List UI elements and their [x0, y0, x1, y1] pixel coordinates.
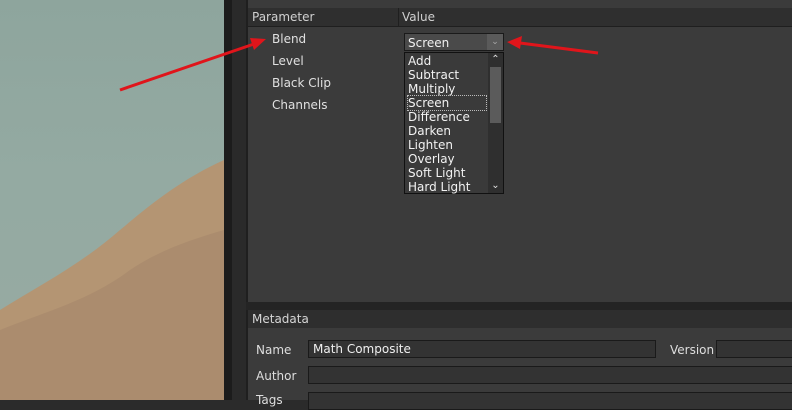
column-header-parameter[interactable]: Parameter: [252, 10, 314, 24]
blend-option-difference[interactable]: Difference: [408, 110, 470, 124]
blend-combo-value: Screen: [408, 36, 450, 50]
blend-option-overlay[interactable]: Overlay: [408, 152, 455, 166]
metadata-title: Metadata: [252, 312, 309, 326]
chevron-down-icon[interactable]: ⌄: [487, 34, 503, 50]
param-black-clip-label: Black Clip: [272, 76, 331, 90]
parameters-header: Parameter Value: [248, 8, 792, 27]
blend-combo[interactable]: Screen ⌄: [404, 33, 504, 51]
viewer-border: [224, 0, 232, 400]
viewer-image: [0, 160, 224, 400]
blend-option-subtract[interactable]: Subtract: [408, 68, 459, 82]
blend-dropdown-list[interactable]: Add Subtract Multiply Screen Difference …: [404, 52, 504, 194]
panel-gap: [232, 0, 246, 400]
blend-option-multiply[interactable]: Multiply: [408, 82, 455, 96]
author-field[interactable]: [308, 366, 792, 384]
metadata-panel: Metadata ⧉✕ Name Math Composite Version …: [246, 310, 792, 410]
tags-label: Tags: [256, 393, 283, 407]
param-blend-label: Blend: [272, 32, 307, 46]
chevron-up-icon[interactable]: ⌃: [488, 53, 503, 67]
column-separator[interactable]: [398, 8, 399, 26]
image-viewer[interactable]: [0, 0, 224, 400]
param-channels-label: Channels: [272, 98, 328, 112]
blend-option-soft-light[interactable]: Soft Light: [408, 166, 465, 180]
author-label: Author: [256, 369, 297, 383]
metadata-title-bar: Metadata ⧉✕: [248, 310, 792, 328]
version-label: Version: [670, 343, 715, 357]
blend-option-lighten[interactable]: Lighten: [408, 138, 453, 152]
param-level-label: Level: [272, 54, 304, 68]
name-label: Name: [256, 343, 292, 357]
scrollbar-thumb[interactable]: [490, 67, 501, 123]
dropdown-scrollbar[interactable]: ⌃ ⌄: [488, 53, 503, 193]
blend-option-add[interactable]: Add: [408, 54, 431, 68]
tags-field[interactable]: [308, 392, 792, 410]
blend-option-darken[interactable]: Darken: [408, 124, 451, 138]
column-header-value[interactable]: Value: [402, 10, 435, 24]
panel-divider[interactable]: [246, 302, 792, 310]
parameters-panel: Parameter Value Blend Level Black Clip C…: [246, 0, 792, 302]
chevron-down-icon[interactable]: ⌄: [488, 179, 503, 193]
blend-option-screen[interactable]: Screen: [407, 95, 487, 111]
blend-option-hard-light[interactable]: Hard Light: [408, 180, 470, 194]
version-field[interactable]: [716, 340, 792, 358]
name-field[interactable]: Math Composite: [308, 340, 656, 358]
